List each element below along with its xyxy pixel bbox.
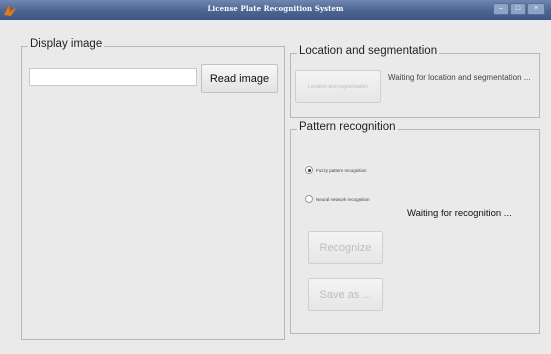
location-segmentation-legend: Location and segmentation [297,45,440,57]
radio-selected-icon[interactable] [305,166,313,174]
main-window: License Plate Recognition System – □ × D… [0,0,551,354]
fuzzy-recognition-label: Fuzzy pattern recognition [316,167,367,173]
recognize-button[interactable]: Recognize [308,231,383,264]
title-bar: License Plate Recognition System – □ × [0,0,551,20]
location-segmentation-button[interactable]: Location and segmentation [295,70,381,103]
neural-network-option[interactable]: Neural network recognition [305,195,370,203]
pattern-recognition-legend: Pattern recognition [297,121,398,133]
radio-unselected-icon[interactable] [305,195,313,203]
window-controls: – □ × [493,3,545,15]
maximize-button[interactable]: □ [510,3,526,15]
save-as-button[interactable]: Save as ... [308,278,383,311]
neural-network-label: Neural network recognition [316,196,370,202]
location-segmentation-button-label: Location and segmentation [307,83,369,90]
minimize-button[interactable]: – [493,3,509,15]
window-title: License Plate Recognition System [207,4,344,13]
image-path-field[interactable] [29,68,197,86]
fuzzy-recognition-option[interactable]: Fuzzy pattern recognition [305,166,367,174]
read-image-button[interactable]: Read image [201,64,278,93]
location-status: Waiting for location and segmentation ..… [388,73,531,82]
recognition-status: Waiting for recognition ... [407,208,512,219]
close-button[interactable]: × [527,3,545,15]
display-image-legend: Display image [28,38,105,50]
